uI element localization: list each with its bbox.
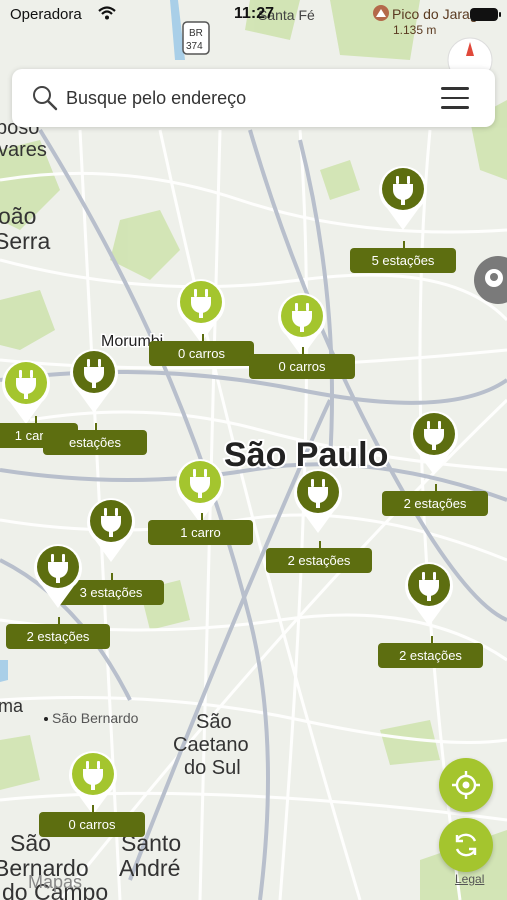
marker-count-label[interactable]: 0 carros [149, 334, 254, 366]
left-label-4: Serra [0, 228, 50, 254]
search-input[interactable]: Busque pelo endereço [66, 88, 246, 109]
battery-icon [470, 8, 501, 21]
marker-count-label[interactable]: 2 estações [266, 541, 372, 573]
city-sao-caetano-3: do Sul [184, 757, 241, 779]
refresh-button[interactable] [439, 818, 493, 872]
search-icon [33, 86, 58, 111]
apple-maps-logo: Mapas [28, 872, 82, 892]
left-label-2: vares [0, 139, 47, 161]
charging-marker-pin[interactable] [292, 467, 344, 535]
refresh-icon [455, 833, 477, 857]
marker-count-label[interactable]: 0 carros [249, 347, 355, 379]
plug-icon [294, 469, 342, 533]
left-label-5: ma [0, 696, 24, 716]
plug-icon [70, 349, 118, 413]
district-sao-bernardo: São Bernardo [52, 710, 139, 726]
locate-me-button[interactable] [439, 758, 493, 812]
menu-icon[interactable] [441, 87, 469, 109]
wifi-icon [98, 6, 116, 20]
city-santo-andre-2: André [119, 855, 180, 881]
marker-count-label[interactable]: 1 carro [148, 513, 253, 545]
plug-icon [405, 562, 453, 626]
city-sao-caetano-2: Caetano [173, 734, 249, 756]
charging-marker-pin[interactable] [85, 496, 137, 564]
carrier-label: Operadora [10, 6, 82, 23]
marker-count-label[interactable]: 5 estações [350, 241, 456, 273]
crosshair-icon [452, 771, 480, 799]
charging-marker-pin[interactable] [408, 409, 460, 477]
charging-marker-pin[interactable] [377, 164, 429, 232]
left-label-3: oão [0, 203, 36, 229]
plug-icon [2, 360, 51, 424]
search-bar[interactable]: Busque pelo endereço [12, 69, 495, 127]
plug-icon [379, 166, 427, 230]
marker-count-label[interactable]: 2 estações [6, 617, 110, 649]
plug-icon [87, 498, 135, 562]
marker-count-label[interactable]: estações [43, 423, 147, 455]
status-bar: Operadora 11:27 [0, 0, 507, 30]
clock: 11:27 [234, 5, 275, 22]
marker-count-label[interactable]: 0 carros [39, 805, 145, 837]
charging-marker-pin[interactable] [32, 542, 84, 610]
charging-marker-pin[interactable] [68, 347, 120, 415]
plug-icon [34, 544, 82, 608]
marker-count-label[interactable]: 2 estações [378, 636, 483, 668]
svg-text:374: 374 [186, 41, 203, 52]
charging-marker-pin[interactable] [0, 358, 52, 426]
city-sao-caetano-1: São [196, 711, 232, 733]
marker-count-label[interactable]: 2 estações [382, 484, 488, 516]
charging-marker-pin[interactable] [403, 560, 455, 628]
plug-icon [410, 411, 458, 475]
legal-link[interactable]: Legal [455, 872, 484, 886]
